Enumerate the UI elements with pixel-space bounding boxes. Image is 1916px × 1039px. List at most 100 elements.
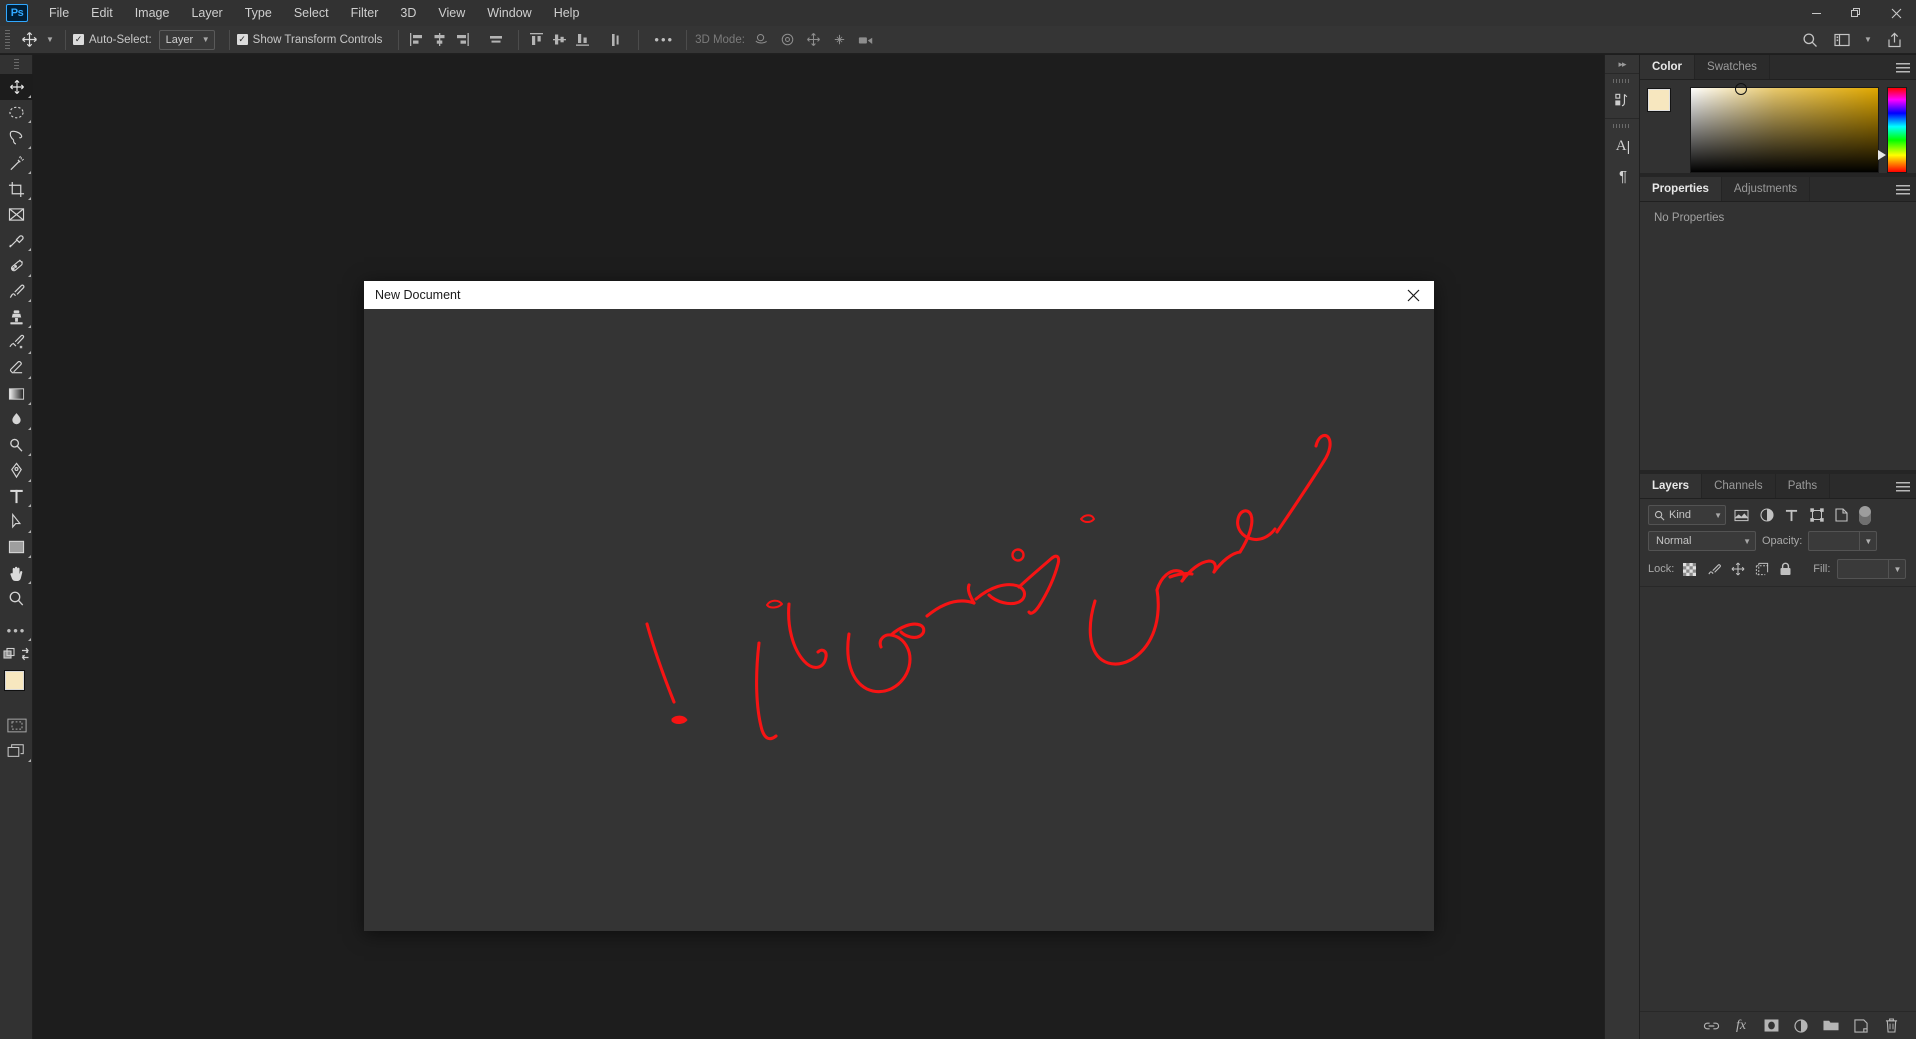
menu-item-type[interactable]: Type	[234, 2, 283, 24]
expand-panels-button[interactable]: ▸▸	[1605, 55, 1639, 73]
menu-item-file[interactable]: File	[38, 2, 80, 24]
menu-item-3d[interactable]: 3D	[389, 2, 427, 24]
rectangle-tool[interactable]	[0, 535, 33, 561]
options-bar-grip[interactable]	[3, 29, 12, 50]
hue-slider-marker[interactable]	[1878, 150, 1886, 160]
tab-paths[interactable]: Paths	[1776, 474, 1831, 498]
eraser-tool[interactable]	[0, 356, 33, 382]
orbit-3d-icon[interactable]	[749, 29, 775, 51]
fill-input[interactable]	[1837, 559, 1890, 579]
foreground-color-swatch[interactable]	[1647, 88, 1671, 112]
dialog-body[interactable]	[364, 309, 1434, 931]
menu-item-window[interactable]: Window	[476, 2, 542, 24]
pan-3d-icon[interactable]	[801, 29, 827, 51]
color-picker-marker[interactable]	[1735, 83, 1747, 95]
align-right-edges-icon[interactable]	[452, 29, 473, 50]
distribute-horizontal-icon[interactable]	[485, 29, 506, 50]
history-brush-tool[interactable]	[0, 330, 33, 356]
layer-mask-icon[interactable]	[1762, 1017, 1780, 1035]
foreground-color-swatch[interactable]	[4, 670, 25, 692]
crop-tool[interactable]	[0, 176, 33, 202]
opacity-input[interactable]	[1808, 531, 1861, 551]
minimize-button[interactable]	[1796, 0, 1836, 26]
menu-item-help[interactable]: Help	[543, 2, 591, 24]
search-icon[interactable]	[1796, 28, 1824, 52]
color-ramp[interactable]	[1690, 83, 1879, 173]
pen-tool[interactable]	[0, 458, 33, 484]
more-tools-button[interactable]: •••	[0, 617, 33, 643]
adjustment-layer-icon[interactable]	[1792, 1017, 1810, 1035]
tab-channels[interactable]: Channels	[1702, 474, 1776, 498]
toolbar-grip[interactable]	[11, 59, 21, 71]
eyedropper-tool[interactable]	[0, 228, 33, 254]
layer-style-icon[interactable]: fx	[1732, 1017, 1750, 1035]
opacity-chevron-down-icon[interactable]: ▼	[1860, 531, 1878, 551]
tab-properties[interactable]: Properties	[1640, 177, 1722, 201]
tab-layers[interactable]: Layers	[1640, 474, 1703, 498]
dodge-tool[interactable]	[0, 432, 33, 458]
lock-artboard-icon[interactable]	[1753, 561, 1770, 578]
clone-stamp-tool[interactable]	[0, 304, 33, 330]
menu-item-layer[interactable]: Layer	[180, 2, 233, 24]
lock-position-icon[interactable]	[1729, 561, 1746, 578]
type-tool[interactable]	[0, 484, 33, 510]
auto-select-scope-dropdown[interactable]: Layer ▼	[158, 29, 215, 50]
align-horizontal-centers-icon[interactable]	[429, 29, 450, 50]
panel-group-grip[interactable]	[1613, 121, 1631, 130]
type-filter-icon[interactable]	[1782, 506, 1801, 525]
edit-toolbar-button[interactable]	[0, 643, 33, 665]
paragraph-panel-icon[interactable]: ¶	[1605, 161, 1641, 191]
frame-tool[interactable]	[0, 202, 33, 228]
lock-transparent-pixels-icon[interactable]	[1681, 561, 1698, 578]
panel-menu-icon[interactable]	[1896, 177, 1910, 202]
align-vertical-centers-icon[interactable]	[549, 29, 570, 50]
marquee-tool[interactable]	[0, 100, 33, 126]
pixel-filter-icon[interactable]	[1732, 506, 1751, 525]
layers-list[interactable]	[1640, 586, 1916, 984]
healing-brush-tool[interactable]	[0, 253, 33, 279]
maximize-button[interactable]	[1836, 0, 1876, 26]
new-group-icon[interactable]	[1822, 1017, 1840, 1035]
tab-adjustments[interactable]: Adjustments	[1722, 177, 1811, 201]
share-icon[interactable]	[1880, 28, 1908, 52]
align-left-edges-icon[interactable]	[406, 29, 427, 50]
close-button[interactable]	[1876, 0, 1916, 26]
gradient-tool[interactable]	[0, 381, 33, 407]
lock-image-pixels-icon[interactable]	[1705, 561, 1722, 578]
adjustment-filter-icon[interactable]	[1757, 506, 1776, 525]
delete-layer-icon[interactable]	[1882, 1017, 1900, 1035]
tab-swatches[interactable]: Swatches	[1695, 55, 1770, 79]
hand-tool[interactable]	[0, 560, 33, 586]
panel-group-grip[interactable]	[1613, 76, 1631, 85]
hue-slider[interactable]	[1878, 87, 1907, 173]
panel-menu-icon[interactable]	[1896, 55, 1910, 80]
menu-item-image[interactable]: Image	[124, 2, 181, 24]
panel-menu-icon[interactable]	[1896, 474, 1910, 499]
path-selection-tool[interactable]	[0, 509, 33, 535]
lock-all-icon[interactable]	[1777, 561, 1794, 578]
zoom-tool[interactable]	[0, 586, 33, 612]
move-tool[interactable]	[0, 74, 33, 100]
quick-mask-mode-button[interactable]	[0, 713, 33, 739]
more-options-button[interactable]: •••	[646, 32, 682, 47]
filter-enable-toggle[interactable]	[1859, 505, 1871, 525]
link-layers-icon[interactable]	[1702, 1017, 1720, 1035]
menu-item-filter[interactable]: Filter	[340, 2, 390, 24]
tab-color[interactable]: Color	[1640, 55, 1696, 79]
smart-object-filter-icon[interactable]	[1832, 506, 1851, 525]
new-layer-icon[interactable]	[1852, 1017, 1870, 1035]
lasso-tool[interactable]	[0, 125, 33, 151]
menu-item-view[interactable]: View	[427, 2, 476, 24]
roll-3d-icon[interactable]	[775, 29, 801, 51]
blend-mode-dropdown[interactable]: Normal ▼	[1648, 531, 1756, 551]
align-bottom-edges-icon[interactable]	[572, 29, 593, 50]
show-transform-controls-checkbox[interactable]: ✓ Show Transform Controls	[236, 34, 382, 46]
blur-tool[interactable]	[0, 407, 33, 433]
fill-chevron-down-icon[interactable]: ▼	[1889, 559, 1907, 579]
menu-item-select[interactable]: Select	[283, 2, 340, 24]
auto-select-checkbox[interactable]: ✓ Auto-Select:	[73, 34, 152, 46]
dialog-close-button[interactable]	[1392, 281, 1434, 309]
align-top-edges-icon[interactable]	[526, 29, 547, 50]
workspace-icon[interactable]	[1828, 28, 1856, 52]
brush-tool[interactable]	[0, 279, 33, 305]
